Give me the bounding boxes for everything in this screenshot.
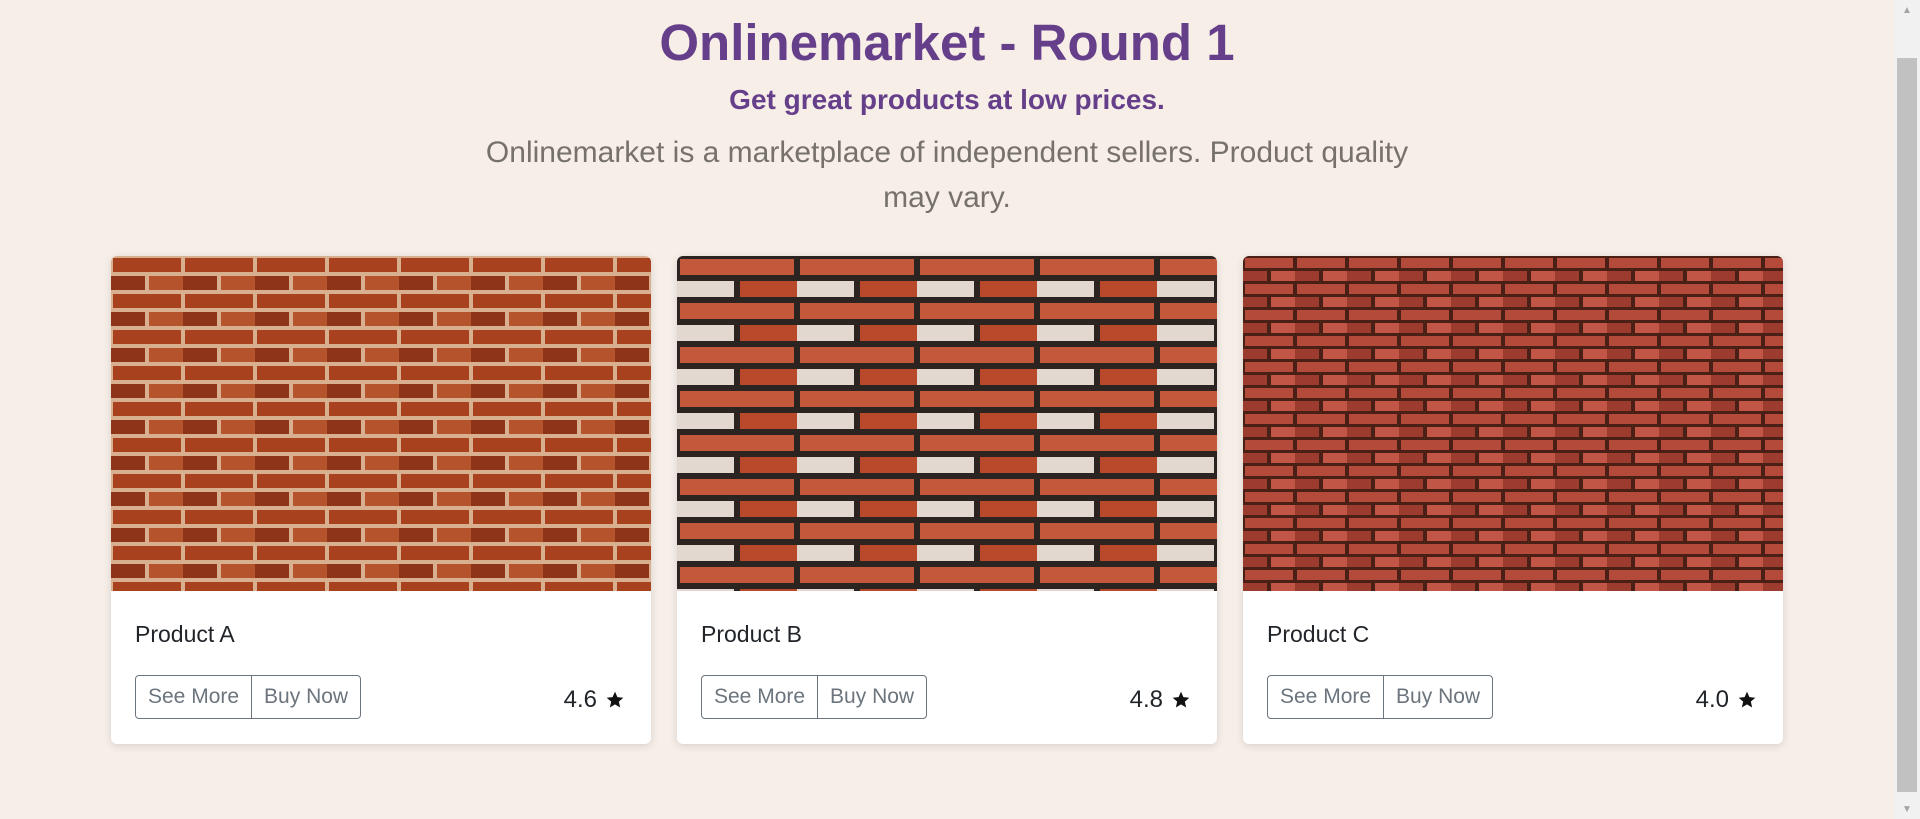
product-rating: 4.0 (1696, 686, 1757, 714)
product-rating: 4.8 (1130, 686, 1191, 714)
page-subtitle: Get great products at low prices. (729, 84, 1165, 115)
star-icon (1172, 691, 1190, 708)
product-card-b: Product B See More Buy Now 4.8 (677, 256, 1217, 744)
product-card-a: Product A See More Buy Now 4.6 (111, 256, 651, 744)
scroll-up-arrow-icon[interactable]: ▲ (1894, 0, 1920, 20)
see-more-button[interactable]: See More (1267, 675, 1385, 719)
see-more-button[interactable]: See More (135, 675, 253, 719)
star-icon (1738, 691, 1756, 708)
page-lead: Onlinemarket is a marketplace of indepen… (485, 136, 1409, 214)
scroll-thumb[interactable] (1897, 58, 1917, 792)
product-actions: See More Buy Now (701, 675, 928, 719)
rating-value: 4.8 (1129, 686, 1163, 713)
product-image (1243, 256, 1783, 591)
product-rating: 4.6 (564, 686, 625, 714)
product-image (111, 256, 651, 591)
product-card-c: Product C See More Buy Now 4.0 (1243, 256, 1783, 744)
product-actions: See More Buy Now (1267, 675, 1494, 719)
product-name: Product A (135, 621, 235, 647)
product-image (677, 256, 1217, 591)
rating-value: 4.6 (563, 686, 597, 713)
product-name: Product B (701, 621, 802, 647)
see-more-button[interactable]: See More (701, 675, 819, 719)
star-icon (606, 691, 624, 708)
buy-now-button[interactable]: Buy Now (817, 675, 928, 719)
buy-now-button[interactable]: Buy Now (1383, 675, 1494, 719)
product-actions: See More Buy Now (135, 675, 362, 719)
rating-value: 4.0 (1695, 686, 1729, 713)
page-title: Onlinemarket - Round 1 (659, 14, 1235, 71)
scroll-down-arrow-icon[interactable]: ▼ (1894, 799, 1920, 819)
product-name: Product C (1267, 621, 1370, 647)
vertical-scrollbar[interactable]: ▲ ▼ (1894, 0, 1920, 819)
page: Onlinemarket - Round 1 Get great product… (0, 0, 1894, 819)
buy-now-button[interactable]: Buy Now (251, 675, 362, 719)
